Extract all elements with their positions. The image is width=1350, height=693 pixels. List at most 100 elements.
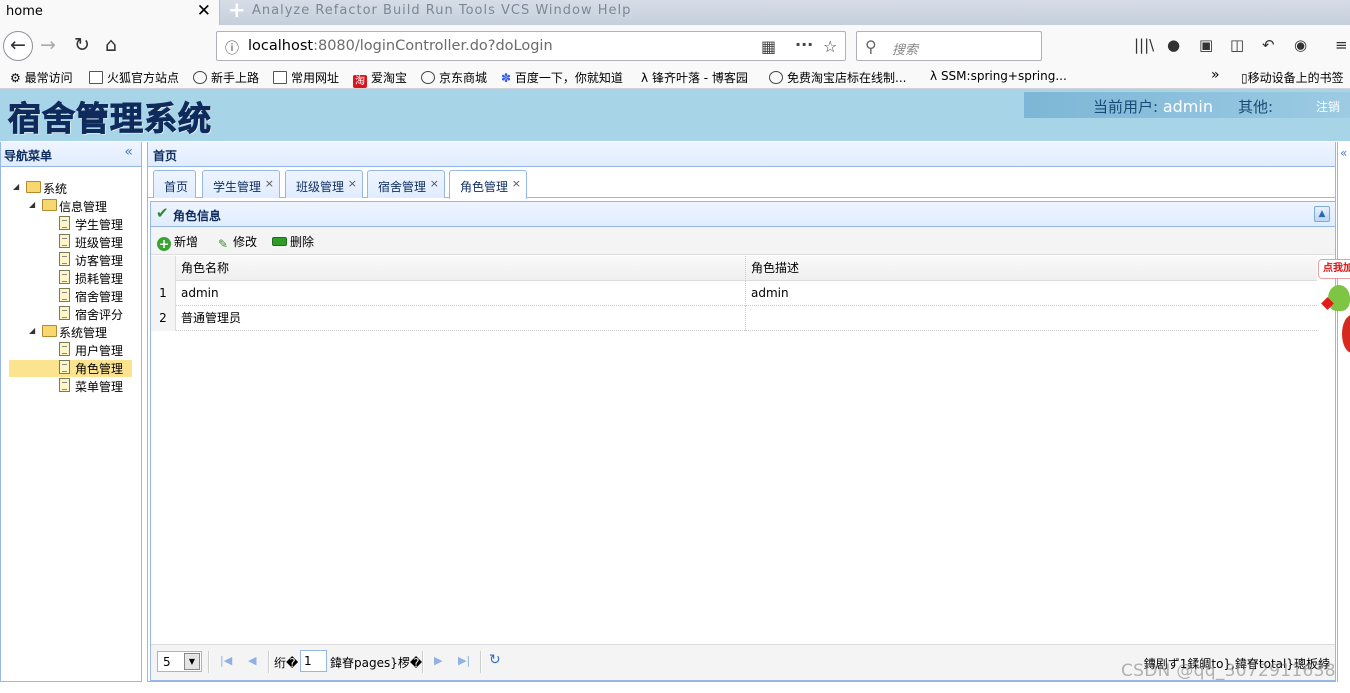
pencil-icon: ✎ (217, 237, 229, 251)
close-icon[interactable]: × (348, 177, 357, 190)
bookmark-most-visited[interactable]: ⚙ 最常访问 (10, 69, 73, 86)
folder-icon (89, 71, 103, 84)
bookmark-ai-taobao[interactable]: 淘爱淘宝 (353, 69, 407, 88)
reload-icon[interactable]: ↻ (74, 33, 90, 57)
qr-code-icon[interactable]: ▦ (761, 37, 776, 56)
document-icon (59, 252, 70, 266)
reader-view-icon[interactable]: ◫ (1230, 36, 1244, 54)
url-bar[interactable]: ⓘ localhost:8080/loginController.do?doLo… (216, 31, 846, 61)
page-number-input[interactable]: 1 (300, 650, 327, 672)
close-icon[interactable]: × (430, 177, 439, 190)
expand-panel-icon[interactable]: « (1340, 146, 1347, 160)
page-size-select[interactable]: 5 ▼ (157, 651, 202, 672)
add-icon: + (157, 237, 171, 251)
content-tabs: 首页 学生管理 × 班级管理 × 宿舍管理 × 角色管理 × (148, 168, 1335, 199)
pager-separator (422, 651, 424, 673)
account-icon[interactable]: ◉ (1294, 36, 1307, 54)
pager-separator (480, 651, 482, 673)
search-placeholder: 搜索 (892, 43, 919, 58)
nav-menu-header: 导航菜单 « (1, 142, 141, 167)
back-icon[interactable]: ← (3, 31, 33, 61)
tab-student-management[interactable]: 学生管理 × (202, 170, 280, 198)
bookmark-cnblogs[interactable]: λ 锋齐叶落 - 博客园 (641, 69, 748, 86)
tab-dorm-management[interactable]: 宿舍管理 × (367, 170, 445, 198)
url-text[interactable]: localhost:8080/loginController.do?doLogi… (248, 38, 553, 54)
collapse-icon[interactable]: « (124, 144, 133, 160)
search-box[interactable]: ⚲ 搜索 (856, 31, 1042, 61)
folder-icon (42, 325, 57, 337)
page-bottom-margin (0, 682, 1350, 693)
more-bookmarks-icon[interactable]: » (1211, 67, 1220, 83)
user-bar: 当前用户: admin 其他: 注销 (1024, 92, 1350, 118)
close-tab-icon[interactable]: ✕ (197, 1, 211, 21)
bookmark-baidu[interactable]: ✽ 百度一下，你就知道 (501, 69, 623, 86)
role-desc-cell (746, 306, 1317, 331)
collapse-panel-icon[interactable]: ▲ (1314, 206, 1330, 222)
main-panel: 首页 首页 学生管理 × 班级管理 × 宿舍管理 × 角色管理 × ✔ 角色信息… (147, 142, 1336, 682)
mobile-icon: ▯ (1241, 71, 1248, 85)
tab-class-management[interactable]: 班级管理 × (285, 170, 363, 198)
globe-icon (769, 71, 783, 84)
tab-home[interactable]: 首页 (153, 170, 196, 198)
bookmark-getting-started[interactable]: 新手上路 (193, 69, 259, 86)
refresh-icon[interactable]: ↻ (489, 652, 501, 668)
undo-icon[interactable]: ↶ (1262, 36, 1275, 54)
pager-separator (208, 651, 210, 673)
search-icon: ⚲ (865, 37, 877, 56)
role-info-panel: ✔ 角色信息 ▲ +新增 ✎修改 删除 角色名称 角色描述 1 admin (150, 201, 1336, 681)
expand-arrow-icon[interactable]: ◢ (29, 326, 35, 335)
bookmark-mobile[interactable]: ▯移动设备上的书签 (1241, 69, 1344, 86)
first-page-icon[interactable]: |◀ (220, 654, 232, 667)
logout-link[interactable]: 注销 (1316, 98, 1340, 115)
page-label-before: 绗� (274, 656, 299, 670)
edit-button[interactable]: ✎ 修改 (216, 233, 257, 251)
role-panel-title: 角色信息 (173, 209, 222, 223)
browser-nav-bar: ← → ↻ ⌂ ⓘ localhost:8080/loginController… (0, 25, 1350, 65)
chevron-down-icon[interactable]: ▼ (184, 653, 200, 670)
add-button[interactable]: + 新增 (157, 233, 198, 251)
next-page-icon[interactable]: ▶ (434, 654, 442, 667)
forward-icon[interactable]: → (40, 33, 56, 57)
bookmark-taobao-logo-maker[interactable]: 免费淘宝店标在线制... (769, 69, 906, 86)
last-page-icon[interactable]: ▶| (458, 654, 470, 667)
bookmark-ssm[interactable]: λ SSM:spring+spring... (930, 69, 1067, 83)
prev-page-icon[interactable]: ◀ (248, 654, 256, 667)
document-icon (59, 270, 70, 284)
expand-arrow-icon[interactable]: ◢ (29, 200, 35, 209)
crop-icon[interactable]: ▣ (1199, 36, 1213, 54)
app-header: 宿舍管理系统 当前用户: admin 其他: 注销 (0, 89, 1350, 141)
grid-header-row: 角色名称 角色描述 (151, 256, 1317, 281)
bookmarks-bar: ⚙ 最常访问 火狐官方站点 新手上路 常用网址 淘爱淘宝 京东商城 ✽ 百度一下… (0, 65, 1350, 89)
library-icon[interactable]: |||\ (1134, 36, 1154, 54)
bookmark-star-icon[interactable]: ☆ (823, 37, 837, 56)
folder-icon (273, 71, 287, 84)
close-icon[interactable]: × (265, 177, 274, 190)
delete-button[interactable]: 删除 (272, 233, 314, 250)
column-header-role-name[interactable]: 角色名称 (176, 256, 746, 281)
home-icon[interactable]: ⌂ (105, 33, 117, 57)
page-actions-icon[interactable]: ··· (795, 35, 813, 54)
widget-bubble[interactable]: 点我加 (1318, 259, 1350, 279)
background-window-menu: Analyze Refactor Build Run Tools VCS Win… (252, 3, 632, 18)
red-ball-icon (1342, 315, 1350, 353)
bookmark-firefox-site[interactable]: 火狐官方站点 (89, 69, 179, 86)
current-user-text: 当前用户: admin (1093, 97, 1213, 116)
table-row[interactable]: 1 admin admin (151, 281, 1317, 306)
document-icon (59, 378, 70, 392)
browser-tab-home[interactable]: home ✕ (0, 0, 220, 25)
nav-menu-panel: 导航菜单 « ◢ 系统 ◢ 信息管理 学生管理 班级管理 访客管理 损耗管理 宿… (0, 142, 142, 682)
current-user-name: admin (1162, 97, 1213, 116)
checkmark-icon: ✔ (156, 204, 169, 222)
floating-widget[interactable]: 点我加 (1316, 259, 1350, 355)
column-header-role-desc[interactable]: 角色描述 (746, 256, 1317, 281)
chat-icon[interactable]: ● (1167, 36, 1180, 54)
expand-arrow-icon[interactable]: ◢ (13, 182, 19, 191)
bookmark-common-sites[interactable]: 常用网址 (273, 69, 339, 86)
table-row[interactable]: 2 普通管理员 (151, 306, 1317, 331)
close-icon[interactable]: × (512, 177, 521, 190)
menu-icon[interactable]: ≡ (1335, 36, 1348, 54)
new-tab-icon[interactable]: + (228, 0, 246, 22)
tab-role-management[interactable]: 角色管理 × (449, 170, 527, 199)
bookmark-jd[interactable]: 京东商城 (421, 69, 487, 86)
site-info-icon[interactable]: ⓘ (225, 38, 239, 58)
